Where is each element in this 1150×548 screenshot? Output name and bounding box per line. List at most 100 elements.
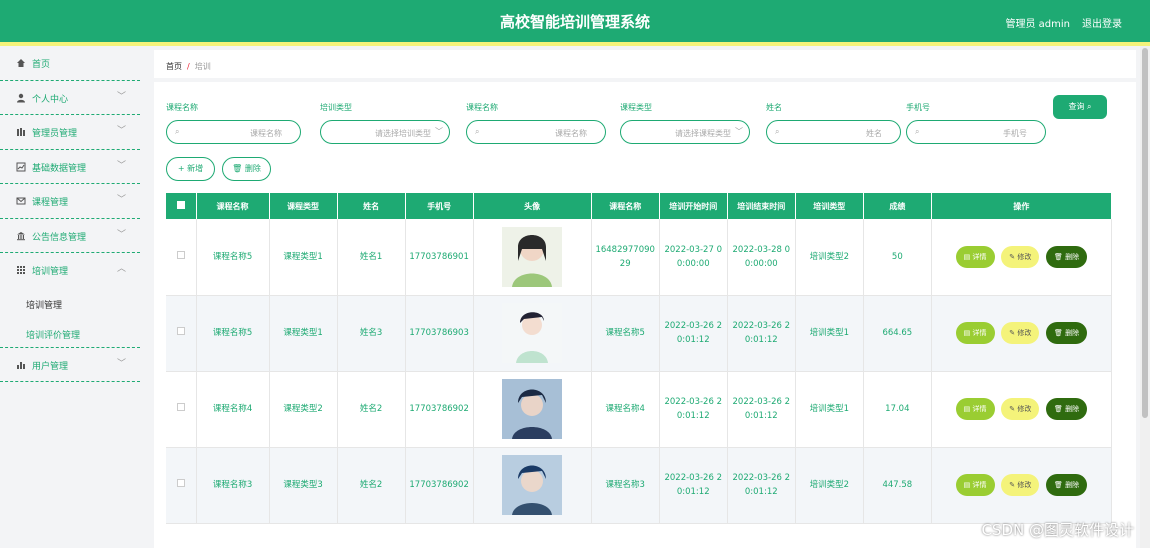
sidebar-item-label: 公告信息管理 — [32, 232, 87, 243]
search-label-course-name-2: 课程名称 — [466, 103, 498, 112]
edit-label: 修改 — [1017, 405, 1032, 413]
pencil-icon: ✎ — [1009, 329, 1016, 337]
sidebar-item-notice[interactable]: 公告信息管理 ﹀ — [0, 219, 140, 253]
select-course-type[interactable]: 请选择课程类型 ﹀ — [620, 120, 750, 144]
row-checkbox-cell[interactable] — [166, 371, 197, 448]
breadcrumb-current: 培训 — [194, 62, 211, 71]
chart-icon — [16, 162, 26, 171]
edit-button[interactable]: ✎ 修改 — [1001, 245, 1040, 268]
search-label-phone: 手机号 — [906, 103, 930, 112]
detail-label: 详情 — [972, 329, 987, 337]
detail-button[interactable]: ▤ 详情 — [955, 245, 995, 268]
avatar — [502, 379, 563, 439]
detail-label: 详情 — [972, 405, 987, 413]
cell-avatar — [473, 371, 592, 448]
detail-button[interactable]: ▤ 详情 — [955, 474, 995, 496]
cell-course-type: 课程类型1 — [269, 219, 338, 296]
breadcrumb: 首页 / 培训 — [154, 50, 1136, 78]
trash-icon: 🗑 — [1054, 405, 1063, 413]
sidebar-item-users[interactable]: 用户管理 ﹀ — [0, 348, 140, 382]
cell-end-time: 2022-03-26 20:01:12 — [727, 371, 796, 448]
sidebar-item-personal[interactable]: 个人中心 ﹀ — [0, 81, 140, 115]
cell-phone: 17703786903 — [405, 295, 474, 372]
checkbox[interactable] — [176, 327, 185, 335]
cell-name: 姓名3 — [337, 295, 406, 372]
sidebar-item-label: 用户管理 — [32, 361, 69, 372]
row-checkbox-cell[interactable] — [166, 219, 197, 296]
checkbox[interactable] — [176, 479, 185, 487]
content-panel: 课程名称 培训类型 课程名称 课程类型 姓名 手机号 ⌕ 课程名称 请选择培训类… — [154, 82, 1136, 548]
select-training-type[interactable]: 请选择培训类型 ﹀ — [320, 120, 450, 144]
trash-icon: 🗑 — [1054, 252, 1063, 261]
delete-button[interactable]: 🗑 删除 — [1046, 322, 1088, 344]
trash-icon: 🗑 — [1054, 329, 1063, 337]
breadcrumb-home[interactable]: 首页 — [166, 62, 182, 71]
delete-label: 删除 — [1065, 405, 1080, 413]
user-icon — [17, 93, 25, 102]
search-label-course-type: 课程类型 — [620, 103, 652, 112]
cell-operations: ▤ 详情 ✎ 修改 🗑 删除 — [931, 371, 1113, 448]
delete-button[interactable]: 🗑 删除 — [1046, 245, 1088, 268]
cell-score: 447.58 — [863, 447, 932, 524]
delete-button[interactable]: 🗑 删除 — [1046, 474, 1088, 496]
sidebar-subitem-training[interactable]: 培训管理 — [0, 288, 140, 318]
search-input-name[interactable]: ⌕ 姓名 — [766, 120, 901, 144]
sidebar-item-label: 首页 — [32, 60, 51, 70]
detail-button[interactable]: ▤ 详情 — [955, 398, 995, 420]
delete-label: 删除 — [244, 164, 261, 173]
search-input-course-name[interactable]: ⌕ 课程名称 — [166, 120, 301, 144]
header-checkbox[interactable] — [166, 193, 197, 219]
search-input-phone[interactable]: ⌕ 手机号 — [906, 120, 1046, 144]
sidebar-item-basedata[interactable]: 基础数据管理 ﹀ — [0, 150, 140, 184]
cell-avatar — [473, 447, 592, 524]
cell-course-name: 课程名称5 — [196, 219, 270, 296]
cell-phone: 17703786902 — [405, 447, 474, 524]
bank-icon — [17, 231, 25, 240]
batch-delete-button[interactable]: 🗑 删除 — [222, 157, 271, 181]
column-header: 操作 — [931, 193, 1113, 219]
cell-training-type: 培训类型1 — [795, 295, 864, 372]
doc-icon: ▤ — [963, 405, 971, 413]
cell-score: 50 — [863, 219, 932, 296]
sidebar: 首页 个人中心 ﹀ 管理员管理 ﹀ 基础数据管理 ﹀ 课程管理 ﹀ 公告信息管理… — [0, 46, 140, 548]
delete-button[interactable]: 🗑 删除 — [1046, 398, 1088, 420]
edit-button[interactable]: ✎ 修改 — [1001, 322, 1040, 344]
sidebar-item-home[interactable]: 首页 — [0, 46, 140, 81]
cell-operations: ▤ 详情 ✎ 修改 🗑 删除 — [931, 219, 1113, 296]
scrollbar-thumb[interactable] — [1142, 48, 1148, 418]
cell-course-name: 课程名称4 — [196, 371, 270, 448]
search-input-course-name-2[interactable]: ⌕ 课程名称 — [466, 120, 606, 144]
cell-operations: ▤ 详情 ✎ 修改 🗑 删除 — [931, 447, 1113, 524]
cell-course-type: 课程类型1 — [269, 295, 338, 372]
edit-button[interactable]: ✎ 修改 — [1001, 474, 1040, 496]
sidebar-item-label: 课程管理 — [32, 198, 69, 208]
delete-label: 删除 — [1065, 329, 1080, 337]
edit-label: 修改 — [1017, 329, 1032, 337]
logout-link[interactable]: 退出登录 — [1082, 15, 1122, 30]
row-checkbox-cell[interactable] — [166, 295, 197, 372]
edit-button[interactable]: ✎ 修改 — [1001, 398, 1040, 420]
search-icon: ⌕ — [175, 127, 180, 136]
checkbox[interactable] — [176, 201, 185, 209]
sidebar-item-course[interactable]: 课程管理 ﹀ — [0, 184, 140, 219]
detail-button[interactable]: ▤ 详情 — [955, 322, 995, 344]
query-button[interactable]: 查询 ⌕ — [1053, 95, 1107, 119]
edit-label: 修改 — [1017, 481, 1032, 489]
admin-user-label[interactable]: 管理员 admin — [1005, 15, 1070, 30]
sidebar-item-admin[interactable]: 管理员管理 ﹀ — [0, 115, 140, 150]
cell-course-type: 课程类型3 — [269, 447, 338, 524]
scrollbar[interactable] — [1140, 46, 1150, 548]
sidebar-item-training[interactable]: 培训管理 ︿ — [0, 253, 140, 288]
row-checkbox-cell[interactable] — [166, 447, 197, 524]
placeholder: 课程名称 — [250, 129, 282, 138]
chevron-up-icon: ︿ — [116, 264, 126, 274]
checkbox[interactable] — [176, 403, 185, 411]
checkbox[interactable] — [176, 250, 185, 259]
cell-course-name: 课程名称3 — [196, 447, 270, 524]
column-header: 培训结束时间 — [727, 193, 796, 219]
sidebar-subitem-evaluation[interactable]: 培训评价管理 — [0, 318, 140, 348]
cell-end-time: 2022-03-26 20:01:12 — [727, 447, 796, 524]
doc-icon: ▤ — [963, 329, 971, 337]
cell-training-type: 培训类型1 — [795, 371, 864, 448]
add-button[interactable]: + 新增 — [166, 157, 215, 181]
